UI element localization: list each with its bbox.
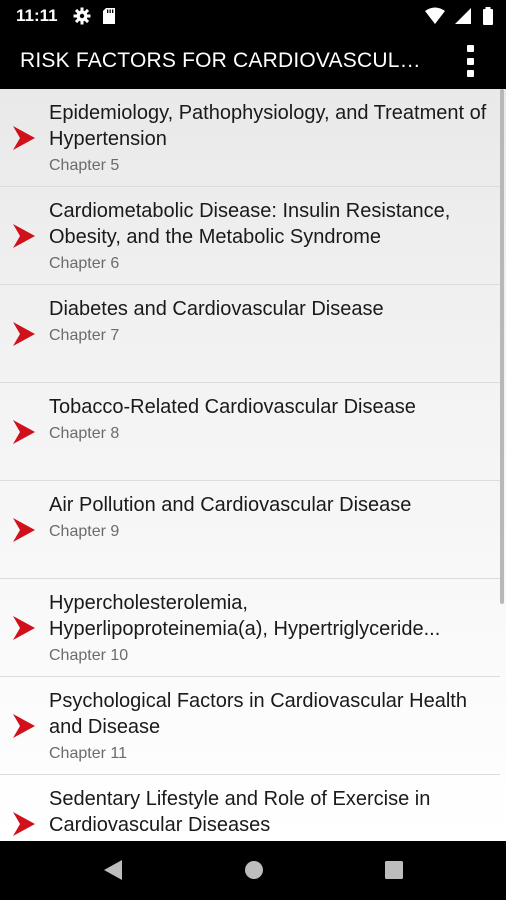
chevron-right-icon bbox=[13, 223, 35, 248]
chevron-right-icon bbox=[13, 615, 35, 640]
overflow-menu-icon[interactable] bbox=[460, 45, 480, 77]
app-title: RISK FACTORS FOR CARDIOVASCULAR... bbox=[20, 49, 430, 72]
chevron-right-icon bbox=[13, 812, 35, 836]
navigation-bar bbox=[0, 841, 506, 900]
chapter-number: Chapter 10 bbox=[49, 647, 129, 664]
settings-gear-icon bbox=[73, 7, 91, 25]
status-right-icons bbox=[425, 7, 494, 25]
chevron-right-icon bbox=[13, 321, 35, 346]
chapter-item-12[interactable]: Sedentary Lifestyle and Role of Exercise… bbox=[0, 775, 500, 841]
recent-apps-icon[interactable] bbox=[383, 858, 405, 882]
chapter-title-line-1: Hypercholesterolemia, bbox=[49, 592, 248, 614]
scrollbar-thumb[interactable] bbox=[500, 89, 504, 604]
chevron-right-icon bbox=[13, 517, 35, 542]
chapter-title: Cardiometabolic Disease: Insulin Resista… bbox=[49, 200, 451, 248]
battery-icon bbox=[483, 7, 493, 25]
chapter-number: Chapter 9 bbox=[49, 523, 120, 540]
status-bar: 11:11 bbox=[0, 0, 506, 32]
chapter-item-8[interactable]: Tobacco-Related Cardiovascular Disease C… bbox=[0, 383, 500, 481]
app-bar: RISK FACTORS FOR CARDIOVASCULAR... bbox=[0, 32, 506, 89]
chevron-right-icon bbox=[13, 125, 35, 150]
chapter-title: Diabetes and Cardiovascular Disease bbox=[49, 298, 384, 320]
chapter-title: Sedentary Lifestyle and Role of Exercise… bbox=[49, 788, 431, 836]
back-icon[interactable] bbox=[102, 858, 124, 882]
chapter-title: Air Pollution and Cardiovascular Disease bbox=[49, 494, 412, 516]
chapter-number: Chapter 8 bbox=[49, 425, 120, 442]
chapter-item-9[interactable]: Air Pollution and Cardiovascular Disease… bbox=[0, 481, 500, 579]
chapter-number: Chapter 5 bbox=[49, 157, 120, 174]
chapter-item-6[interactable]: Cardiometabolic Disease: Insulin Resista… bbox=[0, 187, 500, 285]
status-time: 11:11 bbox=[16, 6, 58, 25]
chapter-title: Epidemiology, Pathophysiology, and Treat… bbox=[49, 102, 487, 150]
sd-card-icon bbox=[103, 8, 116, 24]
chapter-item-11[interactable]: Psychological Factors in Cardiovascular … bbox=[0, 677, 500, 775]
chapter-item-7[interactable]: Diabetes and Cardiovascular Disease Chap… bbox=[0, 285, 500, 383]
chapter-title: Tobacco-Related Cardiovascular Disease bbox=[49, 396, 416, 418]
chapter-item-10[interactable]: Hypercholesterolemia, Hyperlipoproteinem… bbox=[0, 579, 500, 677]
wifi-icon bbox=[425, 7, 446, 24]
chapter-number: Chapter 7 bbox=[49, 327, 120, 344]
chapter-title: Psychological Factors in Cardiovascular … bbox=[49, 690, 467, 738]
chapter-list[interactable]: Epidemiology, Pathophysiology, and Treat… bbox=[0, 89, 506, 841]
chapter-title-line-2: Hyperlipoproteinemia(a), Hypertriglyceri… bbox=[49, 618, 441, 640]
home-icon[interactable] bbox=[243, 858, 265, 882]
chapter-number: Chapter 11 bbox=[49, 745, 127, 762]
cellular-signal-icon bbox=[454, 8, 471, 24]
status-left-icons bbox=[73, 7, 117, 25]
chevron-right-icon bbox=[13, 713, 35, 738]
chapter-number: Chapter 6 bbox=[49, 255, 120, 272]
chevron-right-icon bbox=[13, 419, 35, 444]
chapter-item-5[interactable]: Epidemiology, Pathophysiology, and Treat… bbox=[0, 89, 500, 187]
